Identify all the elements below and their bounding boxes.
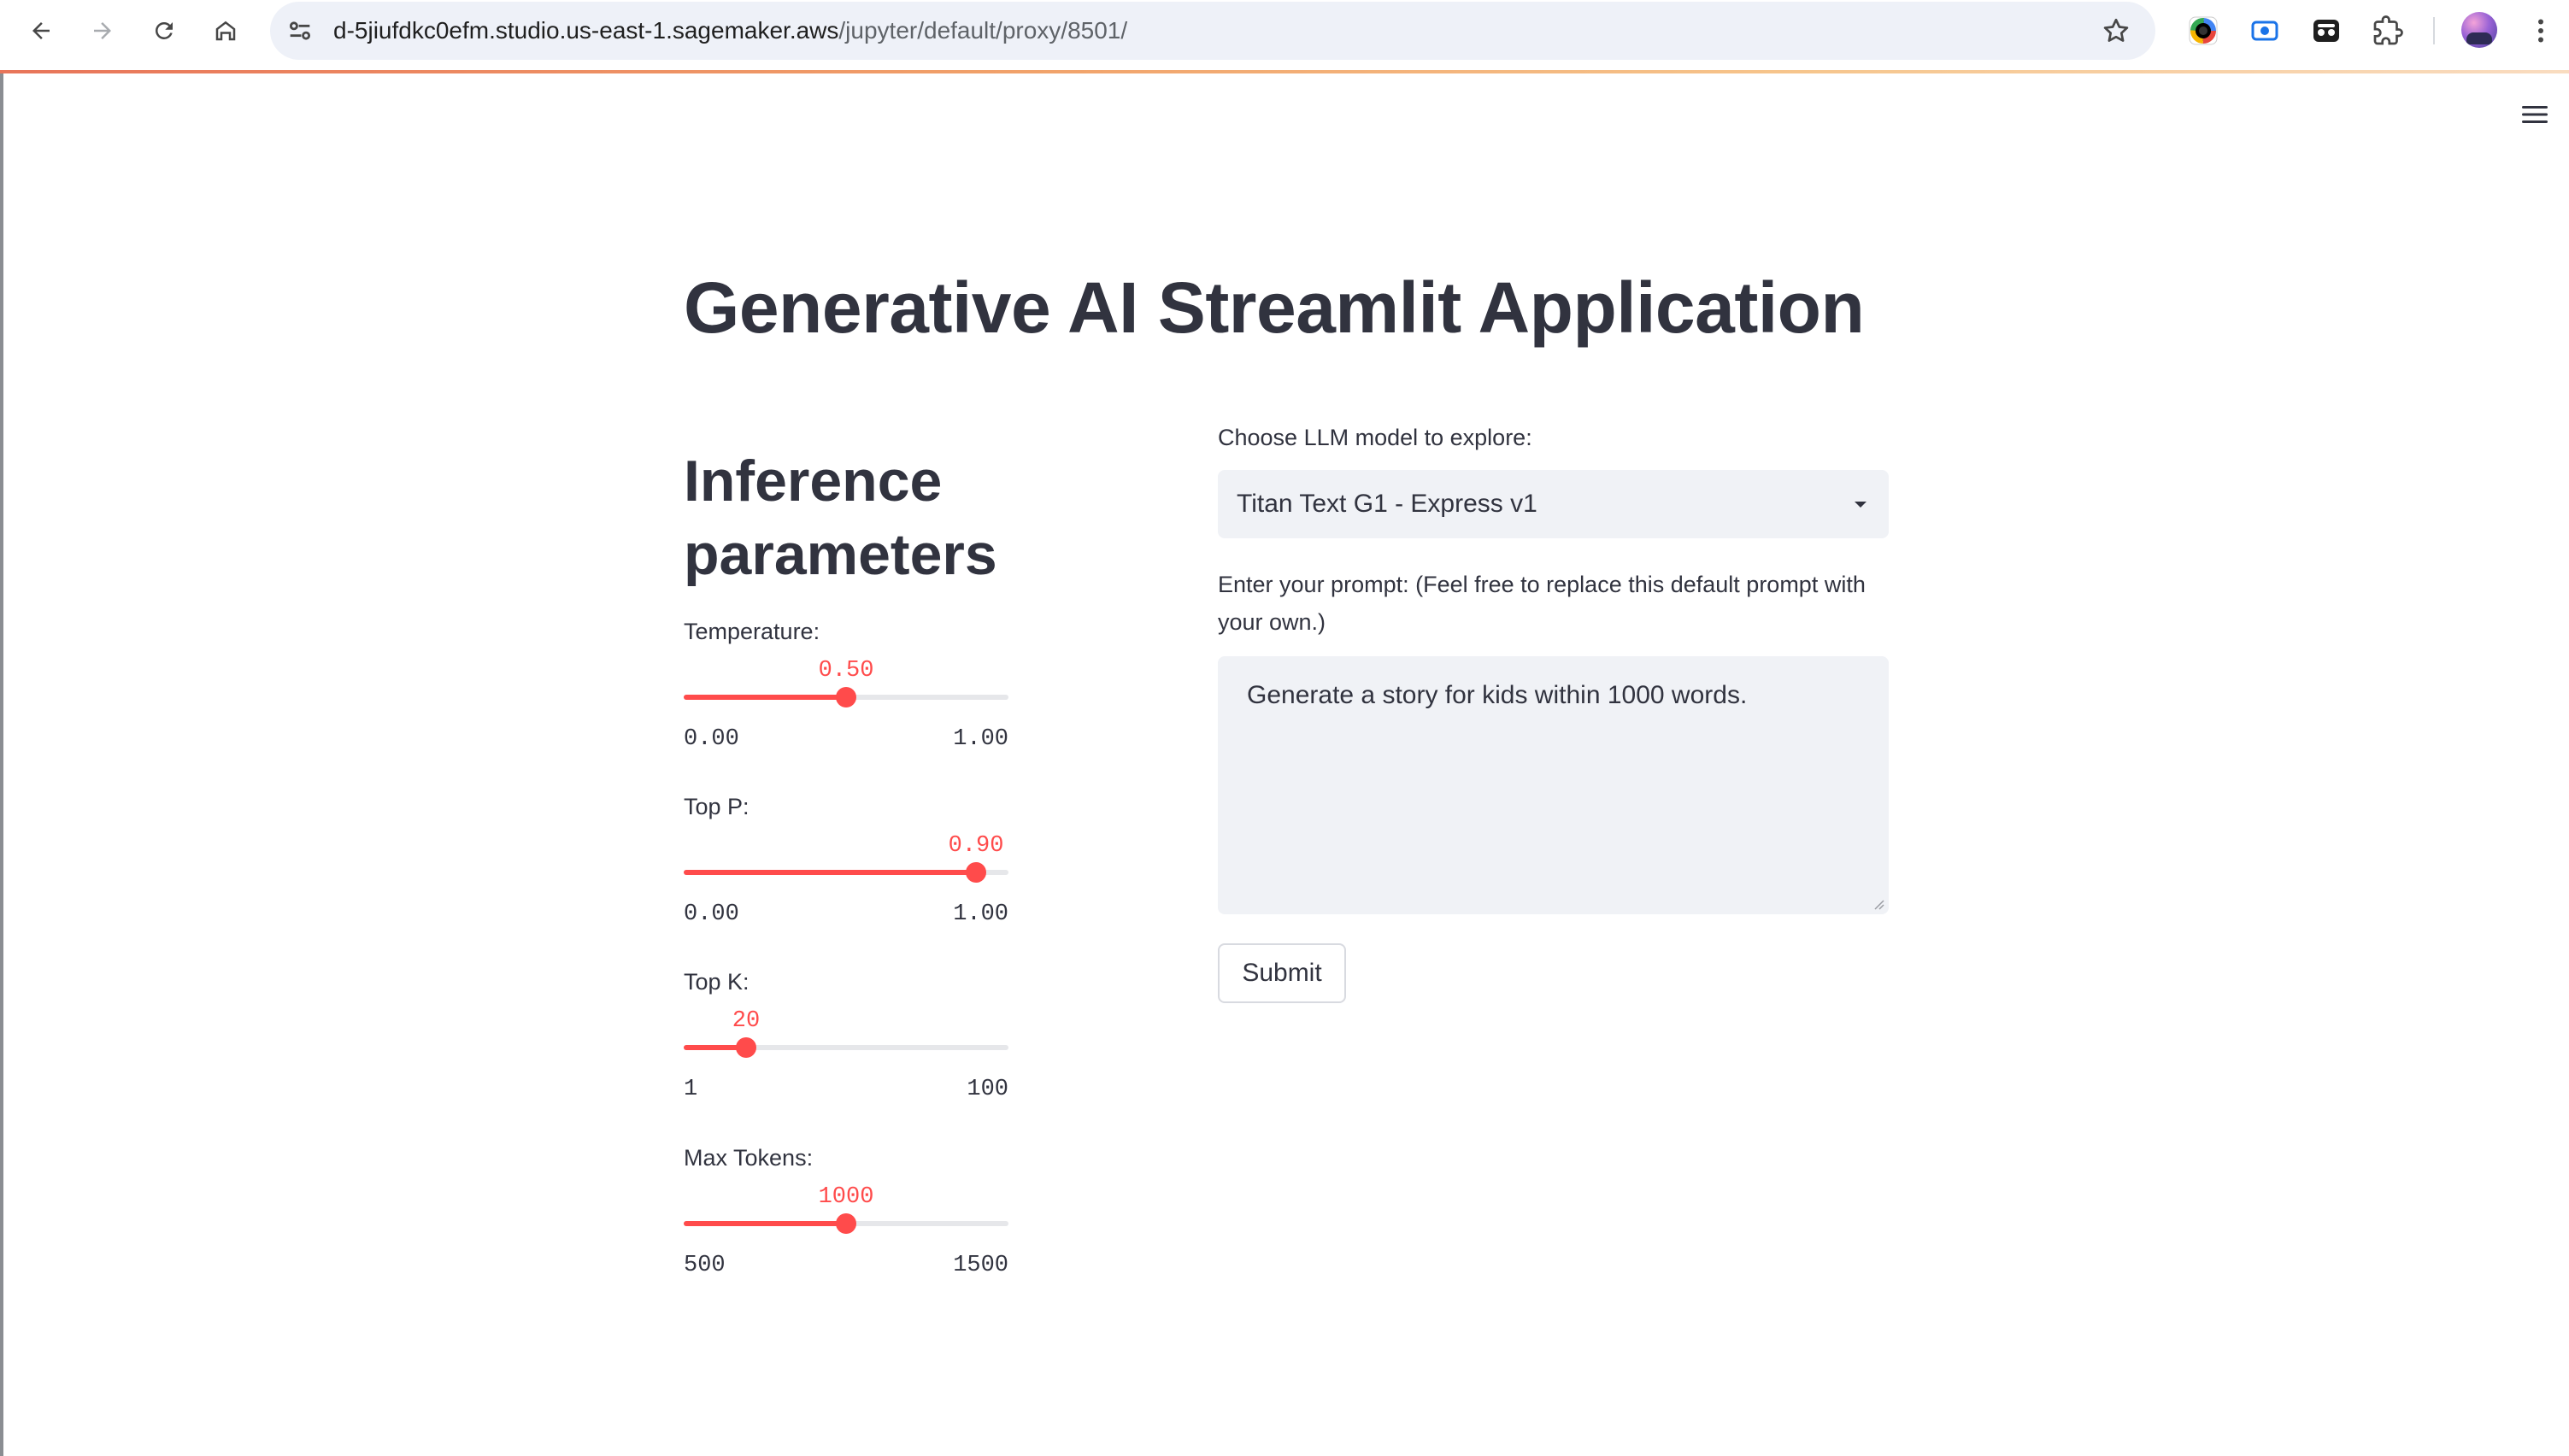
slider-track[interactable] bbox=[684, 1045, 1008, 1050]
slider-label: Max Tokens: bbox=[684, 1145, 814, 1171]
model-select[interactable]: Titan Text G1 - Express v1 bbox=[1218, 470, 1889, 538]
window-edge bbox=[0, 73, 3, 1456]
slider-min: 0.00 bbox=[684, 901, 739, 927]
slider-thumb[interactable] bbox=[836, 687, 856, 707]
browser-toolbar: d-5jiufdkc0efm.studio.us-east-1.sagemake… bbox=[0, 0, 2569, 73]
address-bar[interactable]: d-5jiufdkc0efm.studio.us-east-1.sagemake… bbox=[270, 2, 2155, 60]
url-path: /jupyter/default/proxy/8501/ bbox=[838, 17, 1128, 44]
inference-heading: Inference parameters bbox=[684, 449, 997, 587]
slider-thumb[interactable] bbox=[836, 1213, 856, 1234]
profile-avatar[interactable] bbox=[2461, 12, 2497, 48]
chevron-down-icon bbox=[1855, 502, 1866, 508]
resize-handle-icon[interactable] bbox=[1870, 895, 1885, 911]
prompt-textarea[interactable]: Generate a story for kids within 1000 wo… bbox=[1218, 656, 1889, 914]
prompt-label: Enter your prompt: (Feel free to replace… bbox=[1218, 572, 1866, 635]
slider-thumb[interactable] bbox=[966, 862, 986, 883]
reload-icon bbox=[156, 21, 173, 39]
slider-fill bbox=[684, 1221, 846, 1226]
home-button[interactable] bbox=[205, 10, 246, 51]
model-select-label: Choose LLM model to explore: bbox=[1218, 425, 1532, 450]
submit-button[interactable]: Submit bbox=[1218, 943, 1346, 1003]
slider-value: 0.90 bbox=[948, 833, 1004, 859]
slider-min: 1 bbox=[684, 1077, 698, 1102]
slider-min: 0.00 bbox=[684, 726, 739, 752]
reload-button[interactable] bbox=[144, 10, 185, 51]
slider-value: 1000 bbox=[818, 1184, 874, 1210]
slider-max: 100 bbox=[967, 1077, 1008, 1102]
url-text[interactable]: d-5jiufdkc0efm.studio.us-east-1.sagemake… bbox=[333, 2, 1127, 60]
slider-0: Temperature: 0.50 0.00 1.00 bbox=[684, 619, 1008, 781]
slider-min: 500 bbox=[684, 1253, 726, 1278]
forward-button[interactable] bbox=[82, 10, 123, 51]
arrow-left-icon bbox=[32, 22, 50, 39]
slider-fill bbox=[684, 870, 976, 875]
puzzle-extensions-icon[interactable] bbox=[2372, 15, 2403, 46]
toolbar-divider bbox=[2433, 17, 2435, 44]
kebab-menu-icon[interactable] bbox=[2525, 14, 2556, 48]
back-button[interactable] bbox=[21, 10, 62, 51]
arrow-right-icon bbox=[94, 22, 111, 39]
slider-label: Top K: bbox=[684, 969, 750, 995]
prompt-text: Generate a story for kids within 1000 wo… bbox=[1247, 681, 1748, 709]
slider-2: Top K: 20 1 100 bbox=[684, 969, 1008, 1131]
model-form: Choose LLM model to explore: Titan Text … bbox=[1218, 419, 1889, 1003]
slider-fill bbox=[684, 695, 846, 700]
slider-max: 1.00 bbox=[953, 901, 1008, 927]
color-picker-extension-icon[interactable] bbox=[2188, 15, 2219, 46]
model-select-value: Titan Text G1 - Express v1 bbox=[1237, 490, 1537, 518]
url-host: d-5jiufdkc0efm.studio.us-east-1.sagemake… bbox=[333, 17, 839, 44]
home-icon bbox=[215, 21, 236, 41]
slider-1: Top P: 0.90 0.00 1.00 bbox=[684, 794, 1008, 956]
slider-label: Temperature: bbox=[684, 619, 820, 644]
slider-3: Max Tokens: 1000 500 1500 bbox=[684, 1145, 1008, 1307]
screen-recorder-extension-icon[interactable] bbox=[2249, 15, 2280, 46]
tune-icon[interactable] bbox=[285, 16, 315, 45]
slider-thumb[interactable] bbox=[736, 1037, 756, 1058]
slider-label: Top P: bbox=[684, 794, 750, 819]
incognito-extension-icon[interactable] bbox=[2311, 15, 2342, 46]
slider-max: 1500 bbox=[953, 1253, 1008, 1278]
loading-accent-bar bbox=[0, 70, 2569, 73]
hamburger-menu-icon[interactable] bbox=[2519, 101, 2550, 128]
slider-track[interactable] bbox=[684, 870, 1008, 875]
star-icon[interactable] bbox=[2101, 15, 2131, 46]
page-title: Generative AI Streamlit Application bbox=[684, 267, 1865, 348]
slider-value: 0.50 bbox=[818, 658, 874, 684]
slider-max: 1.00 bbox=[953, 726, 1008, 752]
slider-value: 20 bbox=[732, 1008, 761, 1034]
